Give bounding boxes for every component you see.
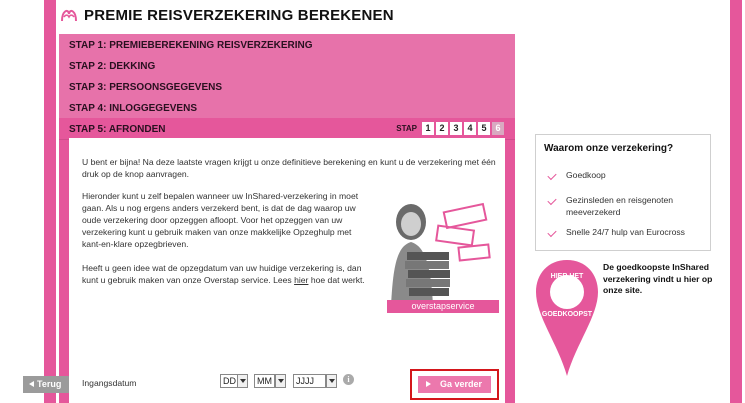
step-5-label: STAP 5: AFRONDEN bbox=[69, 124, 166, 135]
step-5-row: STAP 5: AFRONDEN STAP 1 2 3 4 5 6 bbox=[59, 118, 515, 140]
why-item-2: Gezinsleden en reisgenoten meeverzekerd bbox=[566, 195, 674, 217]
why-item-3: Snelle 24/7 hulp van Eurocross bbox=[566, 227, 685, 237]
overstapservice-badge: overstapservice bbox=[387, 300, 499, 313]
cancel-help-text: Hieronder kunt u zelf bepalen wanneer uw… bbox=[82, 191, 359, 249]
step-4-label: STAP 4: INLOGGEGEVENS bbox=[69, 103, 197, 114]
stap-box-6: 6 bbox=[492, 122, 504, 135]
step-1-row[interactable]: STAP 1: PREMIEBEREKENING REISVERZEKERING bbox=[59, 34, 515, 56]
intro-text: U bent er bijna! Na deze laatste vragen … bbox=[82, 157, 496, 179]
stap-box-1[interactable]: 1 bbox=[422, 122, 434, 135]
cheapest-here-pin-icon[interactable]: HIER HET GOEDKOOPST bbox=[534, 258, 600, 378]
back-button[interactable]: Terug bbox=[23, 376, 69, 393]
info-icon[interactable]: i bbox=[343, 374, 354, 385]
woman-with-papers-illustration bbox=[391, 202, 491, 306]
year-select[interactable]: JJJJ bbox=[293, 374, 326, 388]
cheapest-text: De goedkoopste InShared verzekering vind… bbox=[603, 262, 713, 295]
step-3-row[interactable]: STAP 3: PERSOONSGEGEVENS bbox=[59, 76, 515, 98]
stap-label: STAP bbox=[396, 124, 417, 133]
check-icon bbox=[547, 195, 557, 206]
stap-box-3[interactable]: 3 bbox=[450, 122, 462, 135]
date-label: Ingangsdatum bbox=[82, 378, 137, 388]
step-4-row[interactable]: STAP 4: INLOGGEGEVENS bbox=[59, 97, 515, 119]
overstap-text-after: hoe dat werkt. bbox=[308, 275, 365, 285]
step-3-label: STAP 3: PERSOONSGEGEVENS bbox=[69, 82, 223, 93]
pin-text-bottom: GOEDKOOPST bbox=[542, 311, 593, 318]
year-dropdown-arrow-icon[interactable] bbox=[326, 374, 337, 388]
why-title: Waarom onze verzekering? bbox=[544, 143, 674, 154]
step-content: U bent er bijna! Na deze laatste vragen … bbox=[69, 138, 505, 403]
pin-text-top: HIER HET bbox=[551, 273, 584, 280]
check-icon bbox=[547, 170, 557, 181]
left-pink-border bbox=[44, 0, 56, 403]
month-select[interactable]: MM bbox=[254, 374, 275, 388]
stap-pagination: STAP 1 2 3 4 5 6 bbox=[396, 122, 504, 135]
stap-box-2[interactable]: 2 bbox=[436, 122, 448, 135]
step-2-row[interactable]: STAP 2: DEKKING bbox=[59, 55, 515, 77]
why-insurance-box: Waarom onze verzekering? Goedkoop Gezins… bbox=[535, 134, 711, 251]
month-dropdown-arrow-icon[interactable] bbox=[275, 374, 286, 388]
page-title: PREMIE REISVERZEKERING BEREKENEN bbox=[84, 7, 394, 24]
wizard-steps: STAP 1: PREMIEBEREKENING REISVERZEKERING… bbox=[59, 34, 515, 403]
stap-box-4[interactable]: 4 bbox=[464, 122, 476, 135]
step-1-label: STAP 1: PREMIEBEREKENING REISVERZEKERING bbox=[69, 40, 313, 51]
check-icon bbox=[547, 227, 557, 238]
step-2-label: STAP 2: DEKKING bbox=[69, 61, 156, 72]
overstap-text: Heeft u geen idee wat de opzegdatum van … bbox=[82, 262, 372, 286]
inshared-logo-icon bbox=[61, 9, 77, 22]
why-item-1: Goedkoop bbox=[566, 170, 606, 180]
hier-link[interactable]: hier bbox=[294, 275, 308, 285]
stap-box-5[interactable]: 5 bbox=[478, 122, 490, 135]
day-dropdown-arrow-icon[interactable] bbox=[237, 374, 248, 388]
next-button[interactable]: Ga verder bbox=[418, 376, 491, 393]
day-select[interactable]: DD bbox=[220, 374, 238, 388]
right-pink-border bbox=[730, 0, 742, 403]
